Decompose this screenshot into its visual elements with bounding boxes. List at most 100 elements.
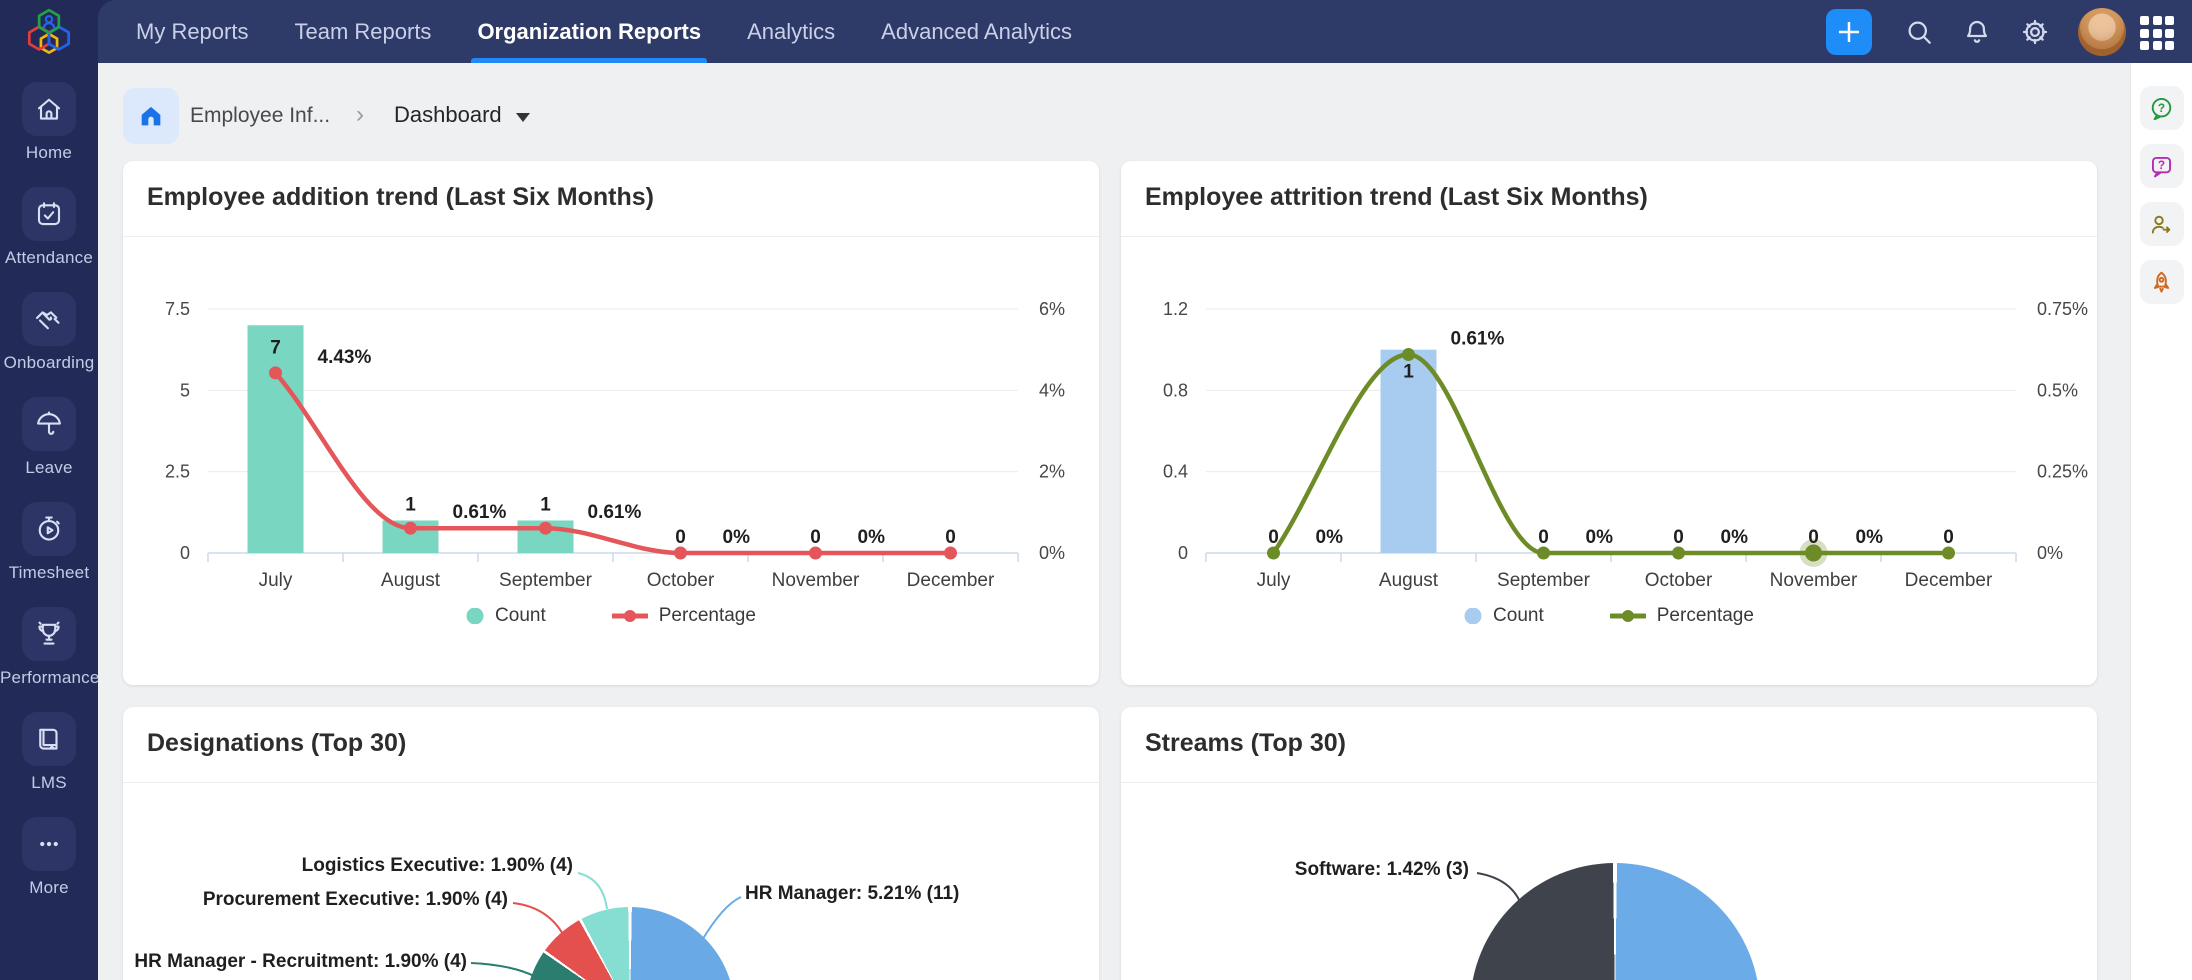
apps-grid-icon[interactable]	[2140, 16, 2174, 50]
svg-text:0: 0	[1268, 527, 1279, 548]
rail-share-user-icon-button[interactable]	[2140, 202, 2184, 246]
tab-advanced-analytics[interactable]: Advanced Analytics	[881, 0, 1072, 63]
svg-text:0%: 0%	[1721, 527, 1749, 548]
home-icon	[34, 94, 64, 124]
breadcrumb-module[interactable]: Employee Inf...	[190, 104, 330, 128]
notifications-button[interactable]	[1954, 9, 2000, 55]
share-user-icon	[2148, 211, 2175, 238]
legend-item-count[interactable]: Count	[1464, 605, 1544, 627]
breadcrumb-page-dashboard[interactable]: Dashboard	[394, 102, 502, 128]
tab-analytics[interactable]: Analytics	[747, 0, 835, 63]
bell-icon	[1962, 17, 1992, 47]
svg-text:July: July	[259, 570, 293, 591]
streams-pie-card: Streams (Top 30) Software: 1.42% (3)	[1121, 707, 2097, 980]
legend-label: Percentage	[1657, 605, 1754, 627]
svg-text:?: ?	[2158, 100, 2165, 114]
search-button[interactable]	[1896, 9, 1942, 55]
sidebar-tile	[22, 82, 76, 136]
svg-text:0%: 0%	[858, 527, 886, 548]
legend-percentage-marker	[1610, 608, 1646, 624]
sidebar-item-lms[interactable]: LMS	[0, 712, 98, 793]
breadcrumb-home-button[interactable]	[123, 88, 179, 144]
sidebar-item-label: Onboarding	[0, 353, 98, 373]
sidebar-item-leave[interactable]: Leave	[0, 397, 98, 478]
svg-text:0: 0	[675, 527, 686, 548]
sidebar-item-onboarding[interactable]: Onboarding	[0, 292, 98, 373]
onboarding-handshake-icon	[34, 304, 64, 334]
add-button[interactable]	[1826, 9, 1872, 55]
avatar[interactable]	[2078, 8, 2126, 56]
svg-text:August: August	[1379, 570, 1439, 591]
zoho-people-logo-icon[interactable]	[20, 6, 78, 64]
streams-pie[interactable]	[1470, 863, 1760, 980]
help-rail: ??	[2130, 63, 2192, 980]
legend-item-count[interactable]: Count	[466, 605, 546, 627]
rail-whats-new-rocket-icon-button[interactable]	[2140, 260, 2184, 304]
svg-text:6%: 6%	[1039, 299, 1065, 319]
sidebar-item-more[interactable]: More	[0, 817, 98, 898]
svg-text:1: 1	[405, 494, 416, 515]
svg-text:0: 0	[1178, 543, 1188, 563]
sidebar-item-home[interactable]: Home	[0, 82, 98, 163]
svg-text:7: 7	[270, 337, 281, 358]
svg-text:0.25%: 0.25%	[2037, 462, 2088, 482]
employee-addition-trend-title: Employee addition trend (Last Six Months…	[147, 183, 654, 212]
svg-text:0: 0	[945, 527, 956, 548]
designations-slice-label: HR Manager - Recruitment: 1.90% (4)	[134, 951, 467, 973]
svg-text:7.5: 7.5	[165, 299, 190, 319]
svg-text:0.5%: 0.5%	[2037, 380, 2078, 400]
sidebar-item-performance[interactable]: Performance	[0, 607, 98, 688]
tab-my-reports[interactable]: My Reports	[136, 0, 248, 63]
designations-title: Designations (Top 30)	[147, 729, 406, 758]
svg-text:0%: 0%	[723, 527, 751, 548]
svg-text:1: 1	[540, 494, 551, 515]
primary-tabs: My Reports Team Reports Organization Repor…	[136, 0, 1072, 63]
sidebar-tile	[22, 397, 76, 451]
leave-umbrella-icon	[34, 409, 64, 439]
sidebar-item-label: LMS	[0, 773, 98, 793]
sidebar-item-label: More	[0, 878, 98, 898]
more-dots-icon	[34, 829, 64, 859]
svg-text:4%: 4%	[1039, 380, 1065, 400]
svg-text:5: 5	[180, 380, 190, 400]
tab-organization-reports[interactable]: Organization Reports	[477, 0, 701, 63]
svg-text:October: October	[1645, 570, 1713, 591]
legend-item-percentage[interactable]: Percentage	[1610, 605, 1754, 627]
svg-text:August: August	[381, 570, 441, 591]
rail-help-icon-button[interactable]: ?	[2140, 86, 2184, 130]
attendance-calendar-icon	[34, 199, 64, 229]
sidebar-tile	[22, 292, 76, 346]
sidebar-item-label: Leave	[0, 458, 98, 478]
designations-pie-chart[interactable]: HR Manager: 5.21% (11) Logistics Executiv…	[123, 783, 1099, 980]
streams-pie-chart[interactable]: Software: 1.42% (3)	[1121, 783, 2097, 980]
settings-button[interactable]	[2012, 9, 2058, 55]
svg-text:0: 0	[1673, 527, 1684, 548]
sidebar-item-attendance[interactable]: Attendance	[0, 187, 98, 268]
svg-text:0.61%: 0.61%	[1451, 329, 1505, 350]
svg-text:0: 0	[180, 543, 190, 563]
svg-text:0%: 0%	[1039, 543, 1065, 563]
breadcrumb-separator: ›	[356, 101, 364, 129]
svg-text:September: September	[499, 570, 593, 591]
legend-item-percentage[interactable]: Percentage	[612, 605, 756, 627]
employee-attrition-trend-card: Employee attrition trend (Last Six Month…	[1121, 161, 2097, 685]
help-icon: ?	[2148, 95, 2175, 122]
svg-text:0%: 0%	[1316, 527, 1344, 548]
svg-text:?: ?	[2158, 157, 2165, 171]
sidebar-tile	[22, 502, 76, 556]
chevron-down-icon[interactable]	[516, 113, 530, 122]
gear-icon	[2020, 17, 2050, 47]
home-icon	[137, 102, 165, 130]
svg-text:2%: 2%	[1039, 462, 1065, 482]
svg-text:4.43%: 4.43%	[318, 347, 372, 368]
designations-slice-label: Logistics Executive: 1.90% (4)	[302, 855, 573, 877]
svg-text:November: November	[1770, 570, 1858, 591]
svg-text:2.5: 2.5	[165, 462, 190, 482]
designations-slice-label: HR Manager: 5.21% (11)	[745, 883, 959, 905]
tab-team-reports[interactable]: Team Reports	[294, 0, 431, 63]
designations-pie[interactable]	[525, 907, 735, 980]
svg-text:0%: 0%	[1856, 527, 1884, 548]
legend-count-marker	[466, 608, 484, 624]
rail-feedback-icon-button[interactable]: ?	[2140, 144, 2184, 188]
sidebar-item-timesheet[interactable]: Timesheet	[0, 502, 98, 583]
